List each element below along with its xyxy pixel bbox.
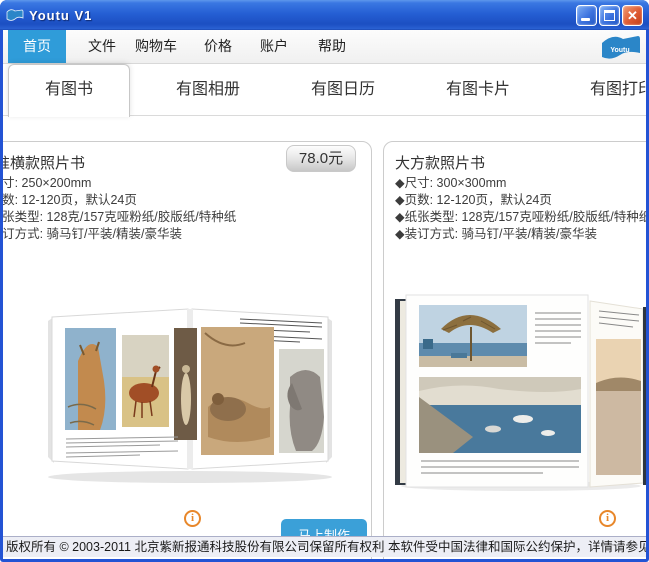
copyright-text: 版权所有 © 2003-2011 北京紫新报通科技股份有限公司保留所有权利 本软… — [6, 540, 646, 554]
tab-album[interactable]: 有图相册 — [165, 64, 251, 116]
tab-print[interactable]: 有图打印 — [579, 64, 646, 116]
client-area: 首页 文件 购物车 价格 账户 帮助 Youtu 有图书 有图相册 有图日历 有… — [3, 30, 646, 559]
tab-calendar[interactable]: 有图日历 — [300, 64, 386, 116]
product-title: 大方款照片书 — [395, 155, 486, 172]
harbor-photo — [419, 377, 581, 453]
svg-text:Youtu: Youtu — [610, 47, 629, 54]
spec-size: ◆尺寸: 250×200mm — [3, 176, 92, 190]
minimize-button[interactable] — [576, 4, 597, 26]
tab-card[interactable]: 有图卡片 — [435, 64, 521, 116]
product-specs: ◆尺寸: 250×200mm ◆页数: 12-120页，默认24页 ◆纸张类型:… — [3, 175, 236, 243]
spec-binding: ◆装订方式: 骑马钉/平装/精装/豪华装 — [3, 227, 182, 241]
menu-item-home[interactable]: 首页 — [8, 30, 66, 63]
maximize-button[interactable] — [599, 4, 620, 26]
price-badge: 78.0元 — [286, 145, 356, 172]
product-card-square-photobook: 大方款照片书 ◆尺寸: 300×300mm ◆页数: 12-120页，默认24页… — [383, 141, 646, 559]
elephant-photo — [279, 349, 324, 453]
spec-paper: ◆纸张类型: 128克/157克哑粉纸/胶版纸/特种纸 — [395, 210, 646, 224]
info-icon[interactable]: i — [599, 510, 616, 527]
meerkat-photo — [174, 328, 197, 440]
app-icon — [6, 7, 24, 23]
menu-item-account[interactable]: 账户 — [252, 30, 296, 63]
menu-item-help[interactable]: 帮助 — [310, 30, 354, 63]
spec-paper: ◆纸张类型: 128克/157克哑粉纸/胶版纸/特种纸 — [3, 210, 237, 224]
titlebar[interactable]: Youtu V1 ✕ — [0, 0, 649, 30]
window-title: Youtu V1 — [29, 7, 93, 23]
youtu-logo-icon: Youtu — [599, 31, 641, 62]
spec-pages: ◆页数: 12-120页，默认24页 — [3, 193, 137, 207]
window-controls: ✕ — [576, 4, 643, 26]
photobook-preview-beach[interactable] — [393, 287, 646, 492]
product-card-landscape-photobook: 标准横款照片书 78.0元 ◆尺寸: 250×200mm ◆页数: 12-120… — [3, 141, 372, 559]
antelope-photo — [122, 335, 169, 427]
leopard-photo — [201, 327, 274, 455]
close-icon: ✕ — [627, 7, 638, 23]
tab-photobook[interactable]: 有图书 — [8, 64, 130, 117]
status-bar: 版权所有 © 2003-2011 北京紫新报通科技股份有限公司保留所有权利 本软… — [3, 536, 646, 557]
product-specs: ◆尺寸: 300×300mm ◆页数: 12-120页，默认24页 ◆纸张类型:… — [395, 175, 646, 243]
app-window: Youtu V1 ✕ 首页 文件 购物车 价格 账户 帮助 Youtu 有图书 — [0, 0, 649, 562]
menu-item-cart[interactable]: 购物车 — [127, 30, 185, 63]
info-icon[interactable]: i — [184, 510, 201, 527]
spec-pages: ◆页数: 12-120页，默认24页 — [395, 193, 552, 207]
giraffe-photo — [65, 328, 116, 430]
maximize-icon — [604, 9, 615, 21]
spec-binding: ◆装订方式: 骑马钉/平装/精装/豪华装 — [395, 227, 597, 241]
spec-size: ◆尺寸: 300×300mm — [395, 176, 507, 190]
umbrella-photo — [419, 305, 527, 367]
photobook-preview-safari[interactable] — [40, 297, 340, 487]
product-title: 标准横款照片书 — [3, 155, 86, 172]
menu-item-file[interactable]: 文件 — [80, 30, 124, 63]
menubar: 首页 文件 购物车 价格 账户 帮助 Youtu — [3, 30, 646, 64]
sunset-photo — [596, 339, 641, 475]
minimize-icon — [581, 17, 590, 21]
menu-item-price[interactable]: 价格 — [196, 30, 240, 63]
close-button[interactable]: ✕ — [622, 4, 643, 26]
